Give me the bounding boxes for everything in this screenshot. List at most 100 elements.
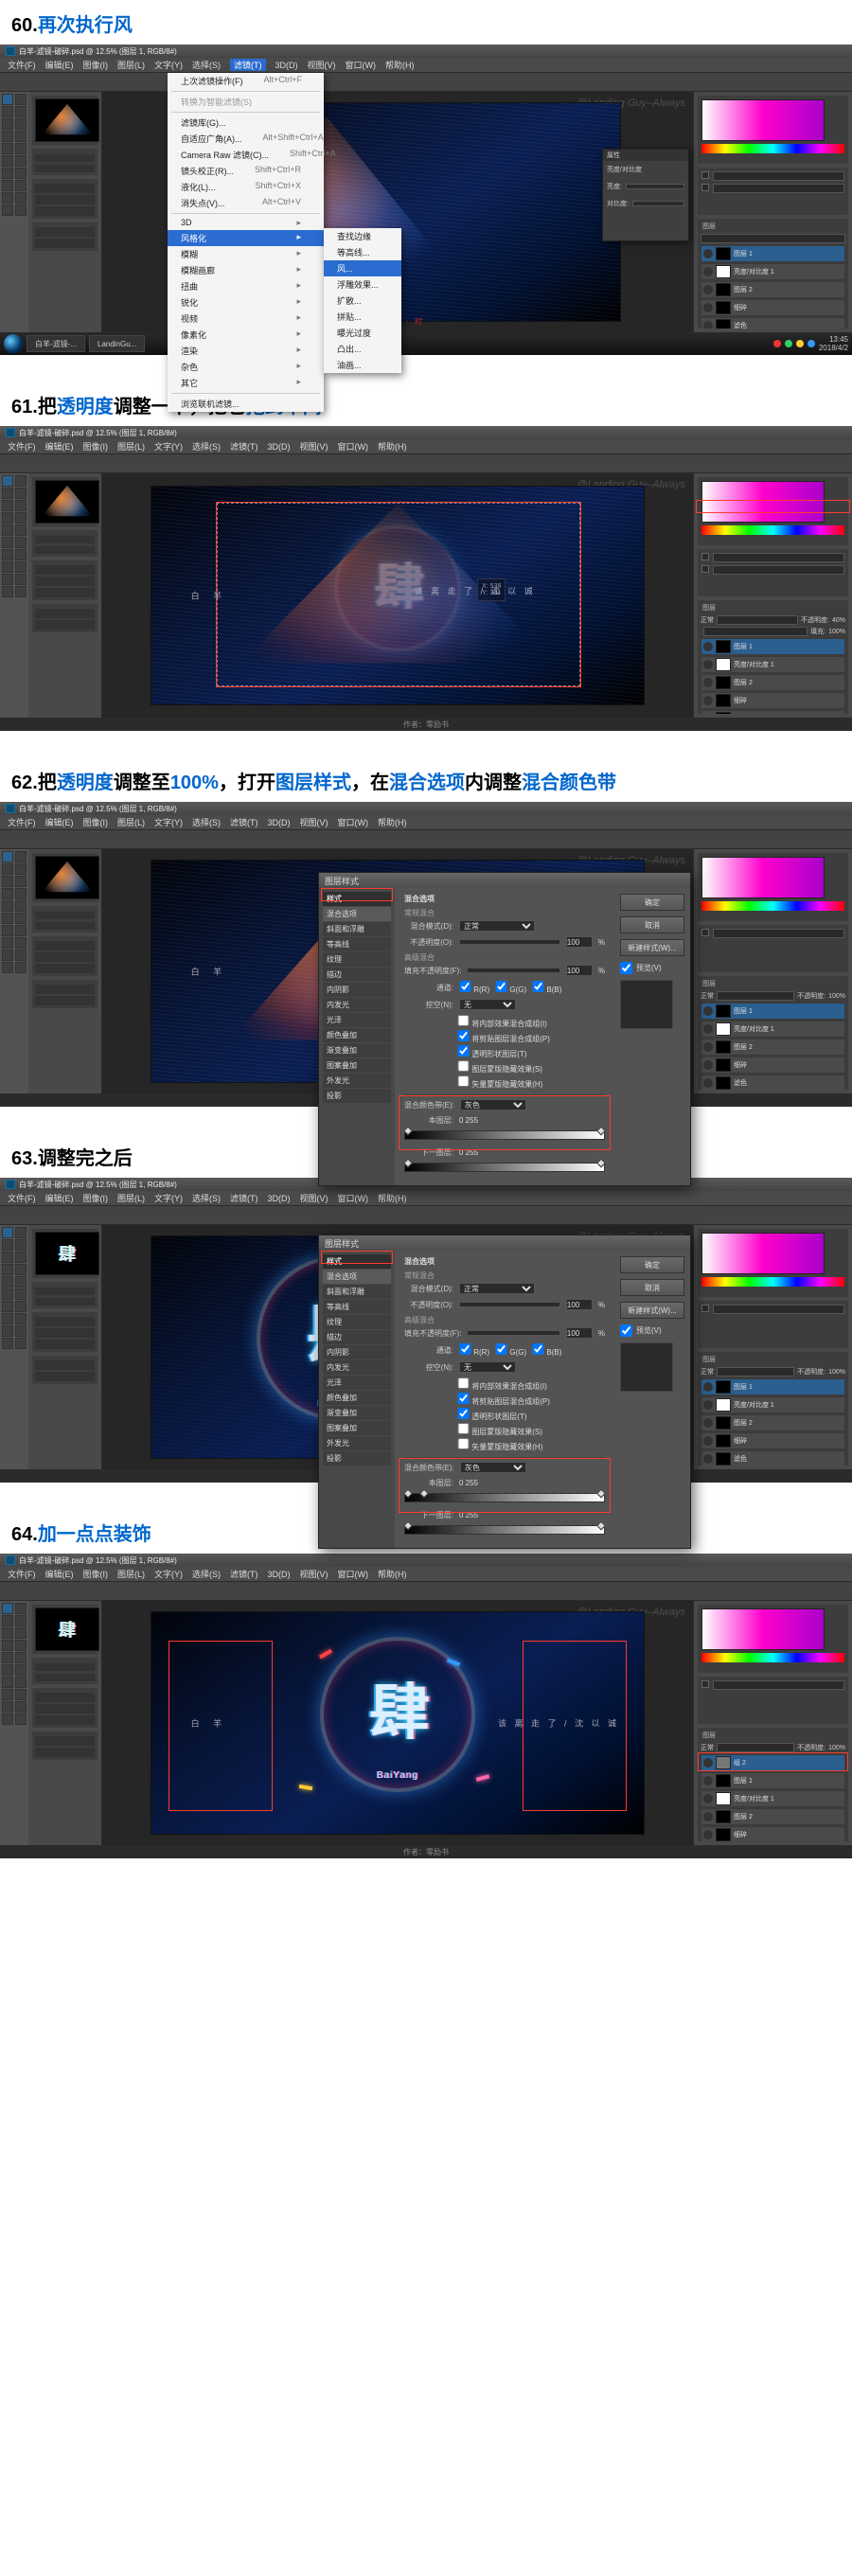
new-style-button[interactable]: 新建样式(W)... [620,939,684,956]
filter-menu-dropdown[interactable]: 上次滤镜操作(F)Alt+Ctrl+F 转换为智能滤镜(S) 滤镜库(G)...自适… [168,73,324,412]
task-item[interactable]: 白羊-滤镜-... [27,335,85,352]
ok-button[interactable]: 确定 [620,894,684,911]
blendif-under-slider[interactable] [404,1163,605,1176]
menu-layer[interactable]: 图层(L) [117,59,145,71]
blendif-select[interactable]: 灰色 [460,1099,526,1110]
menu-image[interactable]: 图像(I) [83,59,109,71]
menu-select[interactable]: 选择(S) [192,59,221,71]
menu-item[interactable]: 镜头校正(R)...Shift+Ctrl+R [168,163,324,179]
menu-filter[interactable]: 滤镜(T) [230,59,266,71]
menu-3d[interactable]: 3D(D) [275,61,298,70]
knockout-select[interactable]: 无 [459,999,516,1010]
menu-item[interactable]: 像素化▸ [168,327,324,343]
blendif-this-slider[interactable] [404,1130,605,1144]
menu-item[interactable]: 其它▸ [168,375,324,391]
layer-row[interactable]: 细碎 [701,1432,845,1449]
menu-item[interactable]: 上次滤镜操作(F)Alt+Ctrl+F [168,73,324,89]
menu-item[interactable]: 模糊画廊▸ [168,262,324,278]
layer-style-dialog[interactable]: 图层样式 样式 混合选项 斜面和浮雕 等高线 纹理 描边 内阴影 内发光 光泽 … [318,872,691,1186]
layer-row[interactable]: 滤色 [701,1450,845,1466]
windows-taskbar[interactable]: 白羊-滤镜-... LandinGu... 13:452018/4/2 [0,332,852,355]
stylize-submenu[interactable]: 查找边缘等高线...风...浮雕效果...扩散...拼贴...曝光过度凸出...… [324,228,401,373]
layer-row[interactable]: 图层 2 [701,1808,845,1825]
layers-panel[interactable]: 图层 图层 1 亮度/对比度 1 图层 2 细碎 滤色 背景 [698,219,848,329]
menu-item[interactable]: 滤镜库(G)... [168,115,324,131]
submenu-item[interactable]: 扩散... [324,293,401,309]
properties-float[interactable]: 属性 亮度/对比度 亮度: 对比度: [602,149,689,241]
fill-slider[interactable] [467,968,559,973]
list-blend-options[interactable]: 混合选项 [323,907,391,921]
menu-window[interactable]: 窗口(W) [346,59,377,71]
toolbox[interactable] [0,92,28,332]
toolbox[interactable] [0,473,28,718]
menu-item[interactable]: 渲染▸ [168,343,324,359]
submenu-item[interactable]: 油画... [324,357,401,373]
opacity-input[interactable] [566,936,593,948]
ps-menubar[interactable]: 文件(F) 编辑(E) 图像(I) 图层(L) 文字(Y) 选择(S) 滤镜(T… [0,58,852,73]
menu-item[interactable]: 风格化▸ [168,230,324,246]
layer-row[interactable]: 亮度/对比度 1 [701,1021,845,1038]
menu-view[interactable]: 视图(V) [308,59,336,71]
adjust-panel[interactable] [698,168,848,215]
layers-panel[interactable]: 图层 正常不透明度:100% 图层 1 亮度/对比度 1 图层 2 细碎 滤色 … [698,976,848,1090]
options-bar[interactable] [0,73,852,92]
submenu-item[interactable]: 拼贴... [324,309,401,325]
layer-row[interactable]: 图层 2 [701,674,845,691]
ps-menubar[interactable]: 文件(F)编辑(E)图像(I)图层(L)文字(Y)选择(S)滤镜(T)3D(D)… [0,439,852,454]
submenu-item[interactable]: 查找边缘 [324,228,401,244]
submenu-item[interactable]: 凸出... [324,341,401,357]
task-item[interactable]: LandinGu... [89,335,145,352]
layer-style-dialog[interactable]: 图层样式 样式 混合选项 斜面和浮雕 等高线 纹理 描边 内阴影 内发光 光泽 … [318,1235,691,1549]
blend-mode[interactable] [701,234,845,243]
blend-mode-select[interactable]: 正常 [459,920,535,932]
menu-edit[interactable]: 编辑(E) [45,59,74,71]
layer-row[interactable]: 图层 1 [701,1378,845,1395]
color-panel[interactable] [698,96,848,164]
submenu-item[interactable]: 浮雕效果... [324,276,401,293]
layer-row[interactable]: 图层 1 [701,245,845,262]
canvas-area[interactable]: @Landing Guy–Always 肆 白 羊 X: 538Y: 304 [102,473,693,718]
layer-row[interactable]: 图层 1 [701,1772,845,1789]
start-button[interactable] [4,334,23,353]
menu-item[interactable]: 视频▸ [168,311,324,327]
layer-row[interactable]: 图层 2 [701,1039,845,1056]
layer-row[interactable]: 图层 1 [701,1003,845,1020]
menu-item[interactable]: 扭曲▸ [168,278,324,294]
submenu-item[interactable]: 风... [324,260,401,276]
cancel-button[interactable]: 取消 [620,916,684,933]
menu-item[interactable]: 自适应广角(A)...Alt+Shift+Ctrl+A [168,131,324,147]
menu-file[interactable]: 文件(F) [8,59,36,71]
canvas-area[interactable]: @Landing Guy–Always 肆 BaiYang 白 羊 该 [102,1601,693,1845]
menu-item[interactable]: 杂色▸ [168,359,324,375]
layer-row[interactable]: 图层 2 [701,281,845,298]
opacity-slider[interactable] [459,939,560,945]
new-style-button[interactable]: 新建样式(W)... [620,1302,684,1319]
layer-row[interactable]: 细碎 [701,1057,845,1074]
layer-row[interactable]: 图层 1 [701,638,845,655]
tool-move[interactable] [2,94,13,105]
menu-item[interactable]: 转换为智能滤镜(S) [168,94,324,110]
layer-row[interactable]: 细碎 [701,299,845,316]
menu-type[interactable]: 文字(Y) [154,59,183,71]
layer-row[interactable]: 图层 2 [701,1414,845,1431]
layer-row[interactable]: 细碎 [701,692,845,709]
layer-row[interactable]: 细碎 [701,1826,845,1841]
menu-item[interactable]: 模糊▸ [168,246,324,262]
channel-g[interactable] [495,981,507,992]
submenu-item[interactable]: 等高线... [324,244,401,260]
menu-item[interactable]: 锐化▸ [168,294,324,311]
menu-item[interactable]: 3D▸ [168,216,324,230]
menu-item[interactable]: 浏览联机滤镜... [168,396,324,412]
preview-check[interactable] [620,962,632,974]
fill-input[interactable] [566,965,593,976]
layer-row[interactable]: 亮度/对比度 1 [701,263,845,280]
channel-r[interactable] [459,981,471,992]
submenu-item[interactable]: 曝光过度 [324,325,401,341]
layer-row[interactable]: 亮度/对比度 1 [701,656,845,673]
menu-item[interactable]: 消失点(V)...Alt+Ctrl+V [168,195,324,211]
layer-row[interactable]: 滤色 [701,1075,845,1090]
cancel-button[interactable]: 取消 [620,1279,684,1296]
menu-help[interactable]: 帮助(H) [385,59,415,71]
system-tray[interactable]: 13:452018/4/2 [773,335,848,352]
layers-panel[interactable]: 图层 正常不透明度:40% 填充:100% 图层 1 亮度/对比度 1 图层 2… [698,600,848,714]
